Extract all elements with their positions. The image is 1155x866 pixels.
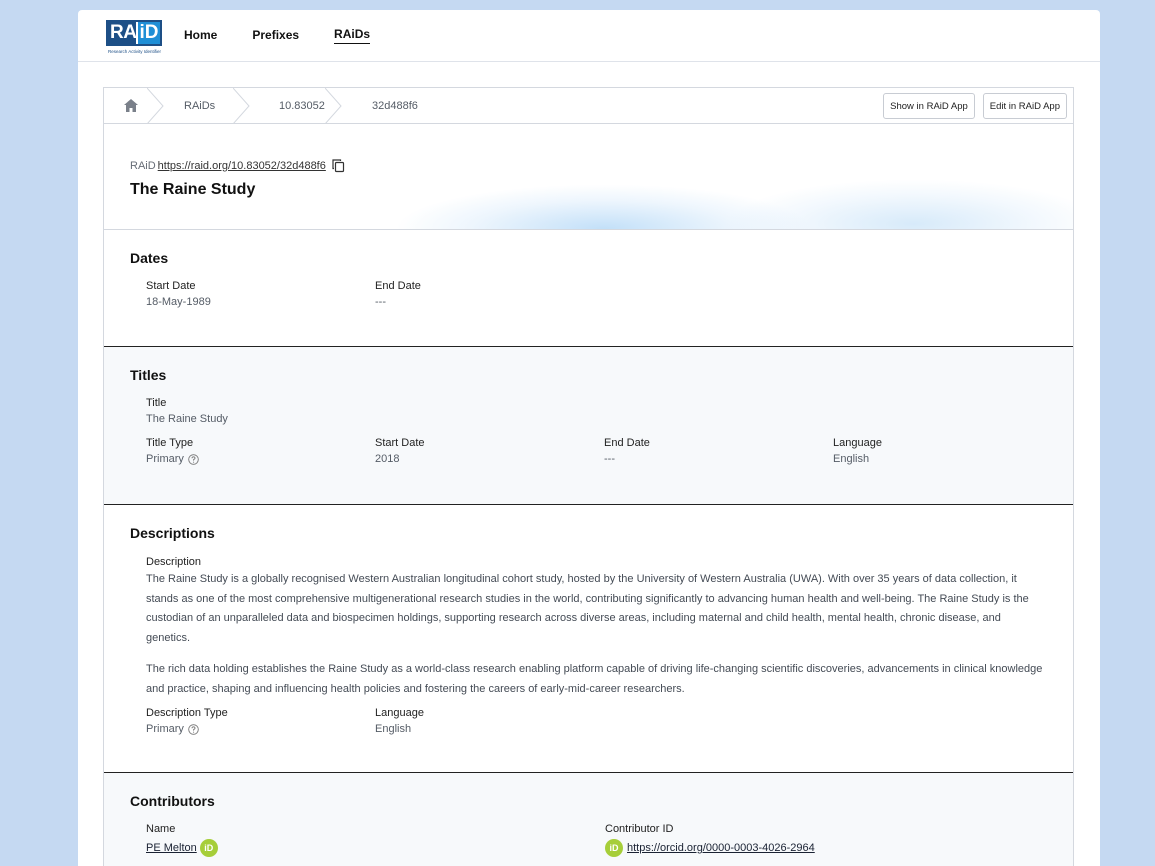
nav-raids[interactable]: RAiDs [334,27,371,44]
field-value: 18-May-1989 [146,296,211,308]
logo-id-text: iD [136,21,160,44]
title-language-field: Language English [833,437,1062,465]
orcid-icon: iD [199,839,218,857]
breadcrumb-home[interactable] [104,87,164,124]
field-label: Language [375,707,424,719]
help-icon[interactable] [188,723,199,735]
show-in-raid-app-button[interactable]: Show in RAiD App [883,93,975,119]
contributor-orcid-link[interactable]: https://orcid.org/0000-0003-4026-2964 [627,842,815,854]
field-label: End Date [604,437,650,449]
section-title: Titles [130,367,167,383]
breadcrumb-label: 10.83052 [279,99,325,112]
field-label: End Date [375,280,421,292]
field-label: Description [146,556,202,568]
nav-prefixes[interactable]: Prefixes [252,28,299,44]
edit-in-raid-app-button[interactable]: Edit in RAiD App [982,93,1067,119]
field-label: Title Type [146,437,194,449]
field-value: PE Melton iD [146,839,605,857]
title-type-field: Title Type Primary [146,437,375,465]
field-label: Start Date [375,437,425,449]
nav-home[interactable]: Home [184,28,217,44]
title-end-date-field: End Date --- [604,437,833,465]
field-value: The Raine Study [146,413,228,425]
field-label: Description Type [146,707,228,719]
logo-tagline: Research Activity Identifier [108,48,162,54]
breadcrumb: RAiDs 10.83052 32d488f6 Show in RAiD App… [104,87,1073,124]
raid-label: RAiD [130,159,156,172]
field-value: English [833,453,870,465]
description-type-field: Description Type Primary [146,707,375,735]
field-label: Start Date [146,280,196,292]
breadcrumb-label: 32d488f6 [372,99,418,112]
description-paragraph: The rich data holding establishes the Ra… [146,663,1043,695]
field-label: Name [146,823,176,835]
field-value: iD https://orcid.org/0000-0003-4026-2964 [605,839,905,857]
descriptions-section: Descriptions Description The Raine Study… [104,504,1073,772]
field-value: 2018 [375,453,400,465]
field-value: Primary [146,453,375,465]
field-label: Language [833,437,882,449]
contributor-name-field: Name PE Melton iD [146,823,605,857]
section-title: Descriptions [130,525,215,541]
dates-section: Dates Start Date 18-May-1989 End Date --… [104,230,1073,346]
page-title: The Raine Study [130,181,256,198]
breadcrumb-suffix: 32d488f6 [342,88,442,124]
breadcrumb-prefix[interactable]: 10.83052 [250,87,342,124]
copy-icon[interactable] [331,158,346,173]
field-value: Primary [146,723,375,735]
field-label: Title [146,397,167,409]
raid-detail-container: RAiDs 10.83052 32d488f6 Show in RAiD App… [103,87,1074,866]
section-title: Contributors [130,793,215,809]
breadcrumb-label: RAiDs [184,99,216,112]
field-label: Contributor ID [605,823,674,835]
action-buttons: Show in RAiD App Edit in RAiD App [883,93,1067,119]
page-card: RA iD Research Activity Identifier Home … [78,10,1100,866]
description-field: Description The Raine Study is a globall… [130,555,1073,699]
contributor-name-link[interactable]: PE Melton [146,842,197,854]
title-start-date-field: Start Date 2018 [375,437,604,465]
logo-ra-text: RA [110,21,137,43]
description-type-value: Primary [146,723,184,735]
start-date-field: Start Date 18-May-1989 [146,280,375,308]
raid-identifier-line: RAiD https://raid.org/10.83052/32d488f6 [130,158,1073,173]
breadcrumb-raids[interactable]: RAiDs [164,87,250,124]
description-language-field: Language English [375,707,604,735]
description-paragraph: The Raine Study is a globally recognised… [146,573,1029,644]
section-title: Dates [130,250,169,266]
title-type-value: Primary [146,453,184,465]
contributor-id-field: Contributor ID iD https://orcid.org/0000… [605,823,905,857]
raid-logo[interactable]: RA iD Research Activity Identifier [106,16,162,56]
breadcrumb-separator-icon [325,87,342,124]
raid-header: RAiD https://raid.org/10.83052/32d488f6 … [104,124,1073,230]
breadcrumb-separator-icon [147,87,164,124]
field-value: --- [604,453,615,465]
titles-section: Titles Title The Raine Study Title Type … [104,346,1073,504]
field-value: English [375,723,412,735]
end-date-field: End Date --- [375,280,604,308]
orcid-icon: iD [605,839,623,857]
title-field: Title The Raine Study [146,397,375,425]
field-value: --- [375,296,386,308]
breadcrumb-separator-icon [233,87,250,124]
top-navigation: RA iD Research Activity Identifier Home … [78,10,1100,62]
raid-url-link[interactable]: https://raid.org/10.83052/32d488f6 [158,160,326,172]
home-icon [124,99,138,112]
help-icon[interactable] [188,453,199,465]
contributors-section: Contributors Name PE Melton iD Contribut… [104,772,1073,866]
